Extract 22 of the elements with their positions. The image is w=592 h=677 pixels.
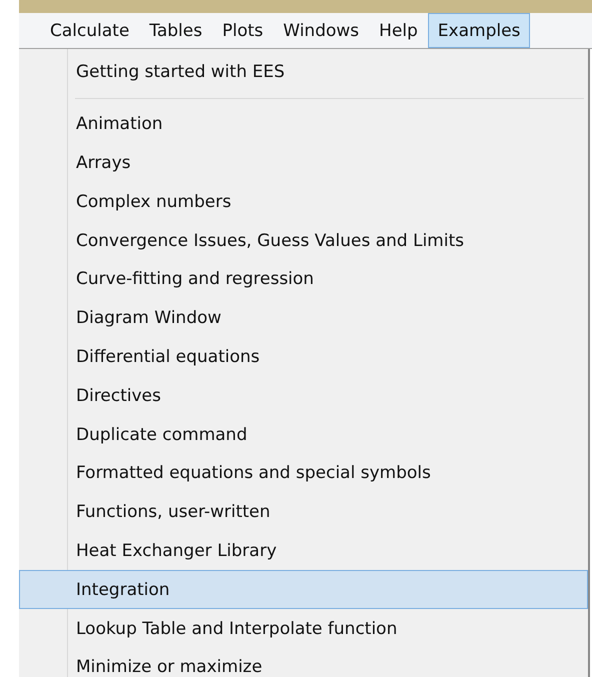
menu-item[interactable]: Convergence Issues, Guess Values and Limits <box>19 221 588 260</box>
menu-item[interactable]: Minimize or maximize <box>19 648 588 677</box>
menu-item[interactable]: Differential equations <box>19 338 588 376</box>
menu-bar-item[interactable]: Help <box>369 13 428 48</box>
menu-item[interactable]: Complex numbers <box>19 182 588 222</box>
menu-item[interactable]: Getting started with EES <box>19 53 588 92</box>
menu-bar-item[interactable]: Windows <box>273 13 370 48</box>
menu-item[interactable]: Functions, user-written <box>19 492 588 532</box>
menu-item[interactable]: Heat Exchanger Library <box>19 532 588 570</box>
menu-item[interactable]: Duplicate command <box>19 415 588 454</box>
menu-bar-item[interactable]: Plots <box>212 13 274 48</box>
menu-item[interactable]: Arrays <box>19 144 588 182</box>
menu-bar-item[interactable]: Tables <box>139 13 212 48</box>
menu-item[interactable]: Curve-fitting and regression <box>19 260 588 299</box>
menu-bar-item[interactable]: Examples <box>428 13 530 48</box>
menu-item[interactable]: Lookup Table and Interpolate function <box>19 609 588 648</box>
menu-item[interactable]: Animation <box>19 104 588 144</box>
menu-item[interactable]: Integration <box>19 570 588 610</box>
menu-item[interactable]: Formatted equations and special symbols <box>19 454 588 493</box>
menu-item[interactable]: Directives <box>19 376 588 416</box>
menu-bar-item[interactable]: Calculate <box>40 13 140 48</box>
menu-item[interactable]: Diagram Window <box>19 298 588 338</box>
